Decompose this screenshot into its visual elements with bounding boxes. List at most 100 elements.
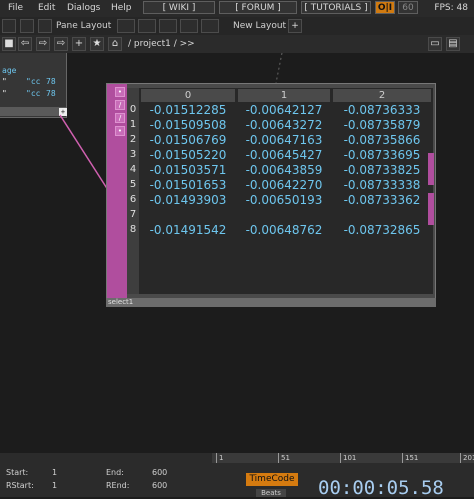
table-cell[interactable]: -0.00643272: [238, 118, 330, 133]
timecode-button[interactable]: TimeCode: [246, 473, 298, 486]
table-cell[interactable]: -0.08732865: [333, 223, 431, 238]
table-cell[interactable]: -0.08735866: [333, 133, 431, 148]
pane-layout-triple-button[interactable]: [180, 19, 198, 33]
table-cell[interactable]: -0.01503571: [141, 163, 235, 178]
back-icon[interactable]: ⇦: [18, 37, 32, 51]
edit-icon[interactable]: •: [115, 126, 125, 136]
network-path[interactable]: / project1 / >>: [128, 39, 195, 49]
table-cell[interactable]: -0.00648762: [238, 223, 330, 238]
fps-readout: FPS: 48: [434, 3, 468, 13]
timeline-tick: 51: [278, 453, 290, 463]
rend-value[interactable]: 600: [152, 481, 167, 490]
fps-target[interactable]: 60: [398, 1, 418, 14]
layout-bar: Pane Layout New Layout +: [0, 17, 474, 35]
table-cell[interactable]: -0.08735879: [333, 118, 431, 133]
bypass-icon[interactable]: •: [115, 87, 125, 97]
rend-label: REnd:: [106, 481, 130, 490]
pane-layout-single-button[interactable]: [117, 19, 135, 33]
table-cell[interactable]: -0.01493903: [141, 193, 235, 208]
output-connector[interactable]: [428, 153, 434, 185]
table-cell[interactable]: -0.08733695: [333, 148, 431, 163]
timeline-tick: 151: [402, 453, 418, 463]
network-editor[interactable]: age " "cc 78 " "cc 78 + • / / • 0 1 2 0-…: [0, 53, 474, 453]
table-cell[interactable]: -0.00643859: [238, 163, 330, 178]
menu-dialogs[interactable]: Dialogs: [67, 3, 100, 13]
oi-button[interactable]: O|I: [375, 1, 395, 14]
output-connector[interactable]: [428, 193, 434, 225]
table-cell[interactable]: -0.00650193: [238, 193, 330, 208]
add-layout-button[interactable]: +: [288, 19, 302, 33]
row-index: 5: [129, 179, 137, 190]
menu-bar: File Edit Dialogs Help [ WIKI ] [ FORUM …: [0, 0, 474, 17]
star-icon[interactable]: ★: [90, 37, 104, 51]
row-index: 0: [129, 104, 137, 115]
timeline-ruler[interactable]: 1 51 101 151 201: [212, 453, 474, 463]
pane-layout-split-h-button[interactable]: [138, 19, 156, 33]
table-cell[interactable]: -0.01505220: [141, 148, 235, 163]
row-index: 8: [129, 224, 137, 235]
timeline-panel: Start: 1 RStart: 1 End: 600 REnd: 600 1 …: [0, 453, 474, 499]
pane-layout-quad-button[interactable]: [201, 19, 219, 33]
table-cell[interactable]: -0.01491542: [141, 223, 235, 238]
table-cell[interactable]: -0.08736333: [333, 103, 431, 118]
node-table-viewer[interactable]: 0 1 2 0 -0.01512285 -0.00642127 -0.08736333…: [127, 88, 433, 294]
home-icon[interactable]: ⌂: [108, 37, 122, 51]
expand-icon[interactable]: ▭: [428, 37, 442, 51]
table-cell[interactable]: -0.08733338: [333, 178, 431, 193]
layout-toggle-2[interactable]: [20, 19, 34, 33]
table-cell[interactable]: -0.08733825: [333, 163, 431, 178]
timecode-display: 00:00:05.58: [318, 477, 444, 499]
menu-edit[interactable]: Edit: [38, 3, 55, 13]
table-cell[interactable]: -0.01509508: [141, 118, 235, 133]
node-strip: • / / •: [107, 84, 127, 306]
row-index: 2: [129, 134, 137, 145]
table-cell[interactable]: -0.00645427: [238, 148, 330, 163]
row-index: 3: [129, 149, 137, 160]
add-icon[interactable]: +: [72, 37, 86, 51]
row-index: 4: [129, 164, 137, 175]
settings-icon[interactable]: ▤: [446, 37, 460, 51]
end-value[interactable]: 600: [152, 468, 167, 477]
table-cell[interactable]: -0.00647163: [238, 133, 330, 148]
column-header: 2: [333, 89, 431, 102]
layout-toggle-1[interactable]: [2, 19, 16, 33]
menu-help[interactable]: Help: [111, 3, 132, 13]
row-index: 7: [129, 209, 137, 220]
path-bar: ■ ⇦ ⇨ ⇨ + ★ ⌂ / project1 / >> ▭ ▤: [0, 35, 474, 53]
menu-file[interactable]: File: [8, 3, 23, 13]
display-icon[interactable]: /: [115, 113, 125, 123]
pane-layout-split-v-button[interactable]: [159, 19, 177, 33]
forward-alt-icon[interactable]: ⇨: [54, 37, 68, 51]
table-cell[interactable]: -0.00642270: [238, 178, 330, 193]
table-cell[interactable]: -0.01512285: [141, 103, 235, 118]
column-header: 1: [238, 89, 330, 102]
table-cell[interactable]: -0.00642127: [238, 103, 330, 118]
table-cell[interactable]: -0.01506769: [141, 133, 235, 148]
timeline-tick: 201: [460, 453, 474, 463]
lock-icon[interactable]: /: [115, 100, 125, 110]
new-layout-label: New Layout: [233, 21, 287, 31]
beats-button[interactable]: Beats: [256, 489, 286, 497]
select1-node[interactable]: • / / • 0 1 2 0 -0.01512285 -0.00642127 -0.…: [106, 83, 436, 307]
node-name-bar[interactable]: select1: [106, 298, 436, 307]
forward-icon[interactable]: ⇨: [36, 37, 50, 51]
column-header: 0: [141, 89, 235, 102]
timeline-tick: 101: [340, 453, 356, 463]
stop-icon[interactable]: ■: [2, 37, 16, 51]
table-cell[interactable]: -0.08733362: [333, 193, 431, 208]
table-cell[interactable]: -0.01501653: [141, 178, 235, 193]
row-index: 6: [129, 194, 137, 205]
start-value[interactable]: 1: [52, 468, 57, 477]
start-label: Start:: [6, 468, 29, 477]
rstart-label: RStart:: [6, 481, 34, 490]
timeline-tick: 1: [216, 453, 223, 463]
node-name: select1: [108, 298, 134, 306]
tutorials-button[interactable]: [ TUTORIALS ]: [301, 1, 371, 14]
end-label: End:: [106, 468, 124, 477]
pane-layout-label: Pane Layout: [56, 21, 112, 31]
row-index: 1: [129, 119, 137, 130]
forum-button[interactable]: [ FORUM ]: [219, 1, 297, 14]
wiki-button[interactable]: [ WIKI ]: [143, 1, 215, 14]
rstart-value[interactable]: 1: [52, 481, 57, 490]
layout-toggle-3[interactable]: [38, 19, 52, 33]
